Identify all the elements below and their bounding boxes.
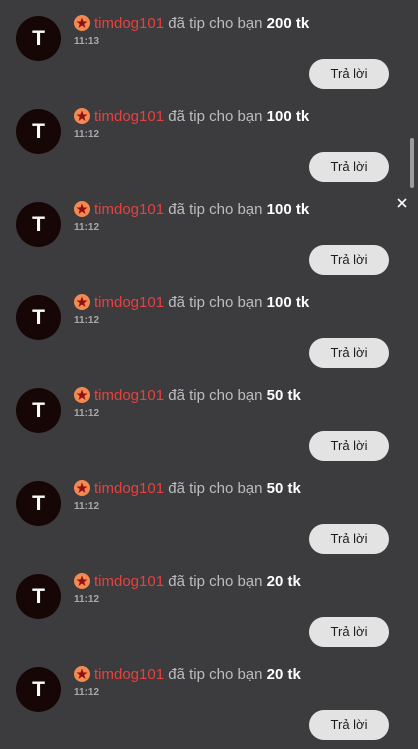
notification-text: timdog101 đã tip cho bạn 100 tk [74,107,309,127]
notification-item: T timdog101 đã tip cho bạn 100 tk 11:12 … [0,93,418,186]
tip-amount: 100 tk [266,201,310,218]
reply-button[interactable]: Trả lời [309,338,389,368]
timestamp: 11:12 [74,594,100,605]
tip-amount: 50 tk [266,387,301,404]
message-text: đã tip cho bạn [168,15,263,32]
tip-notification-feed: T timdog101 đã tip cho bạn 200 tk 11:13 … [0,0,418,749]
notification-text: timdog101 đã tip cho bạn 100 tk [74,200,309,220]
notification-item: T timdog101 đã tip cho bạn 20 tk 11:12 T… [0,558,418,651]
star-badge-icon [74,573,90,589]
notification-item: T timdog101 đã tip cho bạn 50 tk 11:12 T… [0,465,418,558]
star-badge-icon [74,666,90,682]
tip-amount: 20 tk [266,573,301,590]
reply-button[interactable]: Trả lời [309,431,389,461]
username-link[interactable]: timdog101 [94,294,164,311]
avatar[interactable]: T [16,295,61,340]
tip-amount: 50 tk [266,480,301,497]
avatar[interactable]: T [16,16,61,61]
notification-item: T timdog101 đã tip cho bạn 50 tk 11:12 T… [0,372,418,465]
reply-button[interactable]: Trả lời [309,59,389,89]
message-text: đã tip cho bạn [168,387,263,404]
username-link[interactable]: timdog101 [94,201,164,218]
timestamp: 11:12 [74,501,100,512]
notification-item: T timdog101 đã tip cho bạn 20 tk 11:12 T… [0,651,418,744]
star-badge-icon [74,201,90,217]
avatar[interactable]: T [16,109,61,154]
avatar[interactable]: T [16,202,61,247]
star-badge-icon [74,15,90,31]
notification-text: timdog101 đã tip cho bạn 50 tk [74,479,301,499]
timestamp: 11:13 [74,36,100,47]
message-text: đã tip cho bạn [168,294,263,311]
message-text: đã tip cho bạn [168,108,263,125]
notification-text: timdog101 đã tip cho bạn 20 tk [74,572,301,592]
reply-button[interactable]: Trả lời [309,524,389,554]
tip-amount: 20 tk [266,666,301,683]
message-text: đã tip cho bạn [168,480,263,497]
notification-item: T timdog101 đã tip cho bạn 100 tk 11:12 … [0,279,418,372]
tip-amount: 100 tk [266,108,310,125]
username-link[interactable]: timdog101 [94,108,164,125]
notification-text: timdog101 đã tip cho bạn 50 tk [74,386,301,406]
star-badge-icon [74,108,90,124]
scrollbar-thumb[interactable] [410,138,414,188]
notification-item: T timdog101 đã tip cho bạn 100 tk 11:12 … [0,186,418,279]
message-text: đã tip cho bạn [168,201,263,218]
reply-button[interactable]: Trả lời [309,710,389,740]
avatar[interactable]: T [16,574,61,619]
timestamp: 11:12 [74,687,100,698]
reply-button[interactable]: Trả lời [309,245,389,275]
star-badge-icon [74,294,90,310]
notification-text: timdog101 đã tip cho bạn 100 tk [74,293,309,313]
notification-item: T timdog101 đã tip cho bạn 200 tk 11:13 … [0,0,418,93]
reply-button[interactable]: Trả lời [309,617,389,647]
tip-amount: 200 tk [266,15,310,32]
username-link[interactable]: timdog101 [94,15,164,32]
avatar[interactable]: T [16,388,61,433]
close-icon[interactable] [395,196,409,210]
message-text: đã tip cho bạn [168,666,263,683]
notification-text: timdog101 đã tip cho bạn 20 tk [74,665,301,685]
message-text: đã tip cho bạn [168,573,263,590]
timestamp: 11:12 [74,315,100,326]
timestamp: 11:12 [74,222,100,233]
username-link[interactable]: timdog101 [94,480,164,497]
reply-button[interactable]: Trả lời [309,152,389,182]
notification-text: timdog101 đã tip cho bạn 200 tk [74,14,309,34]
timestamp: 11:12 [74,129,100,140]
star-badge-icon [74,387,90,403]
avatar[interactable]: T [16,667,61,712]
timestamp: 11:12 [74,408,100,419]
username-link[interactable]: timdog101 [94,387,164,404]
star-badge-icon [74,480,90,496]
username-link[interactable]: timdog101 [94,573,164,590]
tip-amount: 100 tk [266,294,310,311]
avatar[interactable]: T [16,481,61,526]
username-link[interactable]: timdog101 [94,666,164,683]
